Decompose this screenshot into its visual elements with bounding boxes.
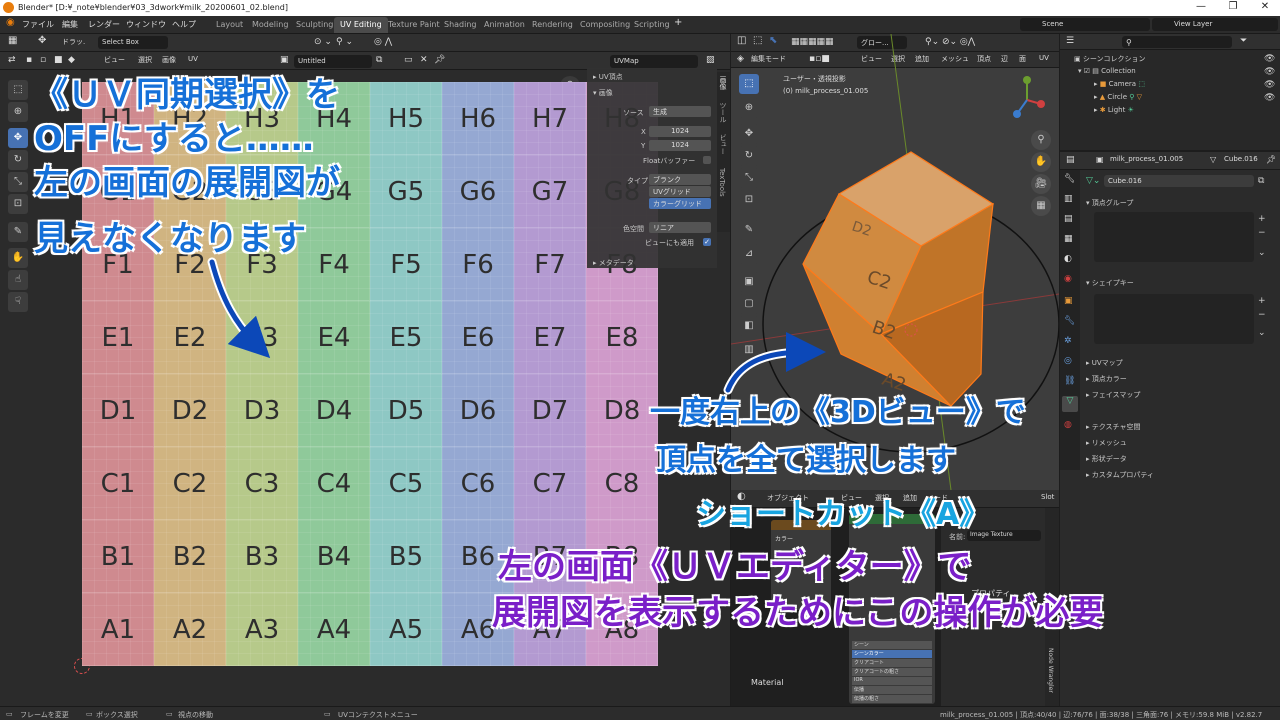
status-hint-frame: フレームを変更 [20, 711, 69, 719]
status-hint-uv-context: UVコンテクストメニュー [338, 711, 418, 719]
status-scene-stats: milk_process_01.005 | 頂点:40/40 | 辺:76/76… [940, 711, 1263, 719]
annotation-4-line2: 展開図を表示するためにこの操作が必要 [492, 593, 1104, 633]
status-hint-view-move: 視点の移動 [178, 711, 213, 719]
annotation-3-shortcut: ショートカット《A》 [696, 497, 990, 532]
status-hint-box-select: ボックス選択 [96, 711, 138, 719]
annotation-2-line2: 頂点を全て選択します [656, 443, 957, 478]
status-bar: ▭ フレームを変更 ▭ ボックス選択 ▭ 視点の移動 ▭ UVコンテクストメニュ… [0, 706, 1280, 720]
status-mouse-left-icon: ▭ [6, 710, 13, 718]
annotation-2-line1: 一度右上の《3Dビュー》で [650, 395, 1027, 430]
annotation-4-line1: 左の画面《ＵＶエディター》で [498, 547, 972, 587]
status-mouse-right-icon: ▭ [324, 710, 331, 718]
status-mouse-middle-icon: ▭ [166, 710, 173, 718]
status-mouse-icon: ▭ [86, 710, 93, 718]
